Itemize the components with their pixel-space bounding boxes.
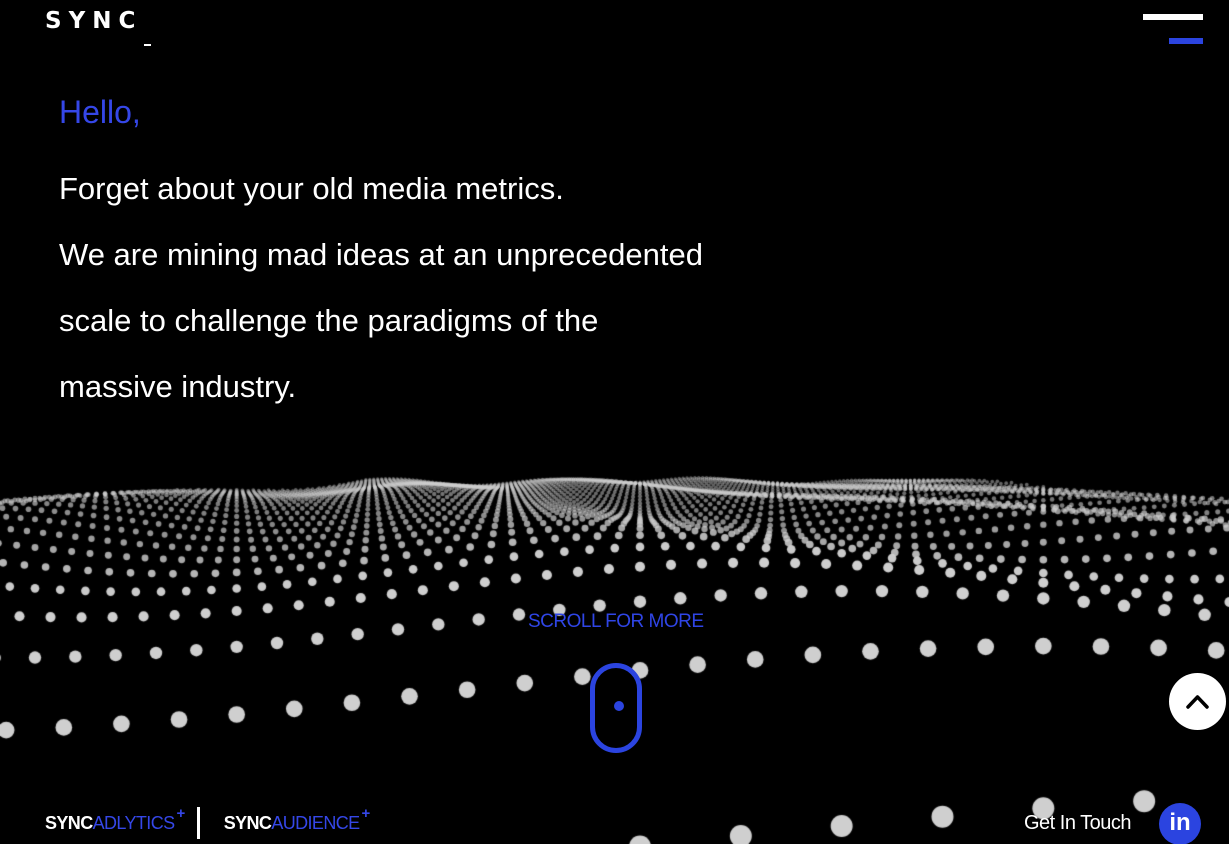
- brand-divider: [196, 807, 200, 839]
- brand-name: AUDIENCE: [271, 812, 360, 833]
- sync-logo[interactable]: SYNC: [45, 8, 142, 34]
- logo-dash: [144, 44, 151, 46]
- menu-bar-top: [1143, 14, 1203, 20]
- brand-plus: +: [361, 804, 371, 822]
- scroll-for-more-label: SCROLL FOR MORE: [528, 611, 704, 632]
- page: SYNC Hello, Forget about your old media …: [0, 0, 1229, 844]
- sync-adlytics-link[interactable]: SYNC ADLYTICS +: [45, 805, 185, 834]
- footer-brands: SYNC ADLYTICS + SYNC AUDIENCE +: [45, 805, 371, 840]
- brand-name: ADLYTICS: [92, 812, 175, 833]
- hero-line-4: massive industry.: [59, 369, 297, 404]
- menu-bar-bottom: [1169, 38, 1203, 44]
- mouse-wheel-dot: [614, 701, 624, 711]
- hero-line-2: We are mining mad ideas at an unpreceden…: [59, 237, 703, 272]
- mouse-scroll-icon[interactable]: [590, 663, 642, 753]
- sync-audience-link[interactable]: SYNC AUDIENCE +: [223, 805, 371, 834]
- brand-prefix: SYNC: [45, 812, 93, 833]
- brand-prefix: SYNC: [223, 812, 272, 833]
- back-to-top-button[interactable]: [1169, 673, 1226, 730]
- chevron-up-icon: [1186, 695, 1209, 709]
- hero-section: Hello, Forget about your old media metri…: [59, 90, 819, 420]
- linkedin-icon[interactable]: in: [1159, 803, 1201, 844]
- get-in-touch-link[interactable]: Get In Touch: [1024, 812, 1132, 835]
- hero-greeting: Hello,: [59, 94, 141, 130]
- brand-plus: +: [176, 804, 186, 822]
- hero-line-3: scale to challenge the paradigms of the: [59, 303, 599, 338]
- hero-line-1: Forget about your old media metrics.: [59, 171, 564, 206]
- hamburger-menu-icon[interactable]: [1141, 14, 1203, 48]
